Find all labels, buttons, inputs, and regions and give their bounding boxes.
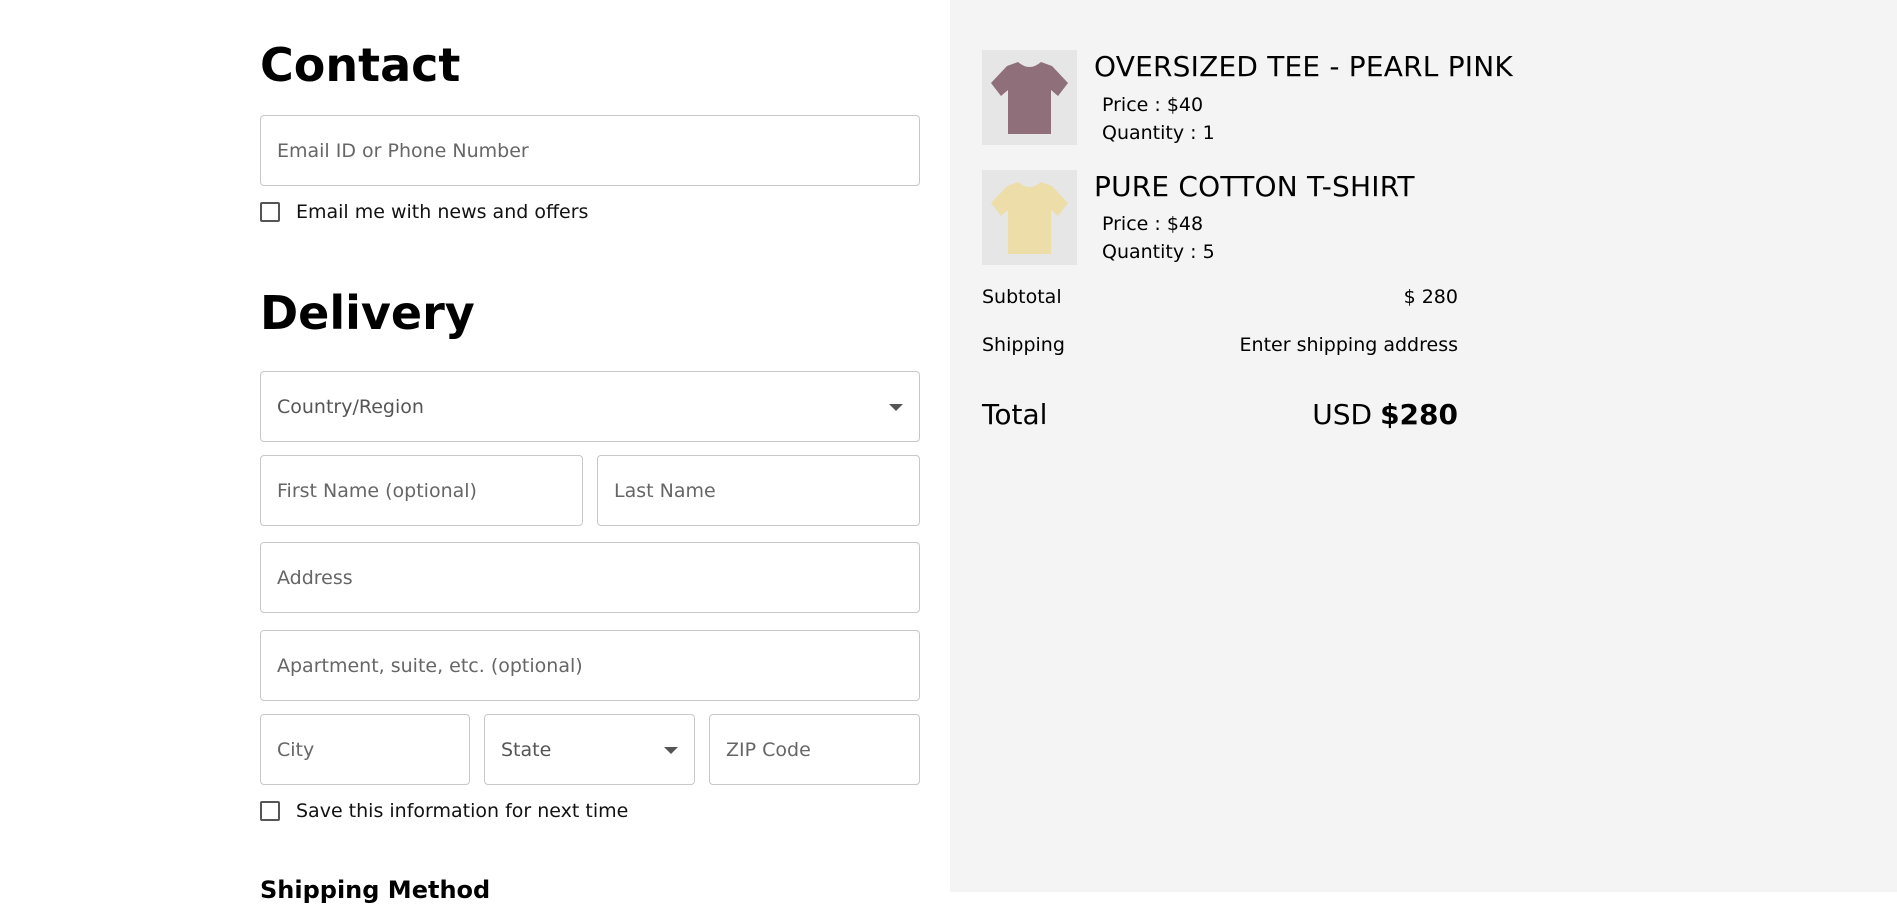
first-name-field-container: [260, 455, 583, 526]
product-quantity: Quantity : 1: [1102, 122, 1215, 144]
chevron-down-icon: [664, 746, 678, 754]
email-field[interactable]: [261, 116, 919, 185]
tshirt-shape: [991, 62, 1068, 134]
apartment-field-container: [260, 630, 920, 701]
chevron-down-icon: [889, 403, 903, 411]
subtotal-label: Subtotal: [982, 286, 1062, 308]
tshirt-icon: [991, 62, 1068, 134]
total-amount-group: USD $280: [1312, 401, 1458, 429]
save-info-row: Save this information for next time: [260, 800, 628, 822]
first-name-field[interactable]: [261, 456, 582, 525]
shipping-label: Shipping: [982, 334, 1065, 356]
subtotal-value: $ 280: [1403, 286, 1458, 308]
contact-heading: Contact: [260, 38, 461, 92]
address-field-container: [260, 542, 920, 613]
total-label: Total: [982, 398, 1048, 431]
product-quantity: Quantity : 5: [1102, 241, 1215, 263]
apartment-field[interactable]: [261, 631, 919, 700]
zip-field-container: [709, 714, 920, 785]
last-name-field[interactable]: [598, 456, 919, 525]
tshirt-icon: [991, 182, 1068, 254]
shipping-value: Enter shipping address: [1239, 334, 1458, 356]
total-value: $280: [1380, 398, 1458, 431]
city-field-container: [260, 714, 470, 785]
zip-field[interactable]: [710, 715, 919, 784]
news-offers-label: Email me with news and offers: [296, 201, 589, 223]
product-name: OVERSIZED TEE - PEARL PINK: [1094, 50, 1513, 83]
news-offers-checkbox[interactable]: [260, 202, 280, 222]
save-info-label: Save this information for next time: [296, 800, 629, 822]
product-price: Price : $40: [1102, 94, 1204, 116]
last-name-field-container: [597, 455, 920, 526]
order-summary-panel: [950, 0, 1897, 892]
product-name: PURE COTTON T-SHIRT: [1094, 170, 1415, 203]
total-currency: USD: [1312, 398, 1373, 431]
tshirt-shape: [991, 182, 1068, 254]
checkout-form-panel: Contact Email me with news and offers De…: [0, 0, 950, 902]
total-row: Total USD $280: [982, 401, 1458, 429]
city-field[interactable]: [261, 715, 469, 784]
save-info-checkbox[interactable]: [260, 801, 280, 821]
product-price: Price : $48: [1102, 213, 1204, 235]
address-field[interactable]: [261, 543, 919, 612]
news-offers-row: Email me with news and offers: [260, 201, 588, 223]
delivery-heading: Delivery: [260, 286, 475, 340]
subtotal-row: Subtotal $ 280: [982, 288, 1458, 307]
shipping-method-heading: Shipping Method: [260, 876, 491, 904]
email-field-container: [260, 115, 920, 186]
country-select-label: Country/Region: [277, 395, 424, 418]
product-thumbnail: [982, 50, 1077, 145]
shipping-row: Shipping Enter shipping address: [982, 336, 1458, 355]
country-select[interactable]: Country/Region: [260, 371, 920, 442]
state-select-label: State: [501, 738, 552, 761]
product-thumbnail: [982, 170, 1077, 265]
state-select[interactable]: State: [484, 714, 695, 785]
